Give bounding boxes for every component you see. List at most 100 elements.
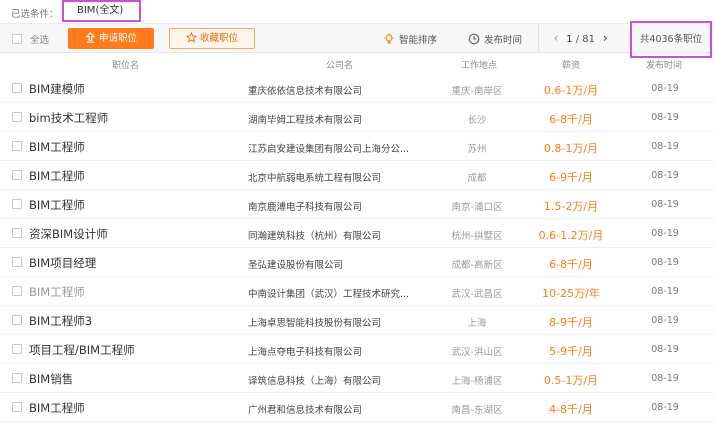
job-location: 长沙 xyxy=(467,115,487,126)
job-location: 上海-杨浦区 xyxy=(451,376,503,387)
header-location: 工作地点 xyxy=(461,61,498,71)
post-date: 08-19 xyxy=(651,257,679,268)
company-link[interactable]: 江苏启安建设集团有限公司上海分公... xyxy=(248,141,418,155)
post-date: 08-19 xyxy=(651,228,679,239)
time-sort-button[interactable]: 发布时间 xyxy=(468,32,522,46)
job-salary: 4-8千/月 xyxy=(549,403,593,416)
job-location: 苏州 xyxy=(467,144,487,155)
toolbar-divider xyxy=(538,24,539,52)
job-title-link[interactable]: BIM销售 xyxy=(29,371,73,387)
lightbulb-icon xyxy=(384,33,394,44)
favorite-button-label: 收藏职位 xyxy=(199,33,238,44)
company-link[interactable]: 广州君和信息技术有限公司 xyxy=(248,402,418,416)
job-title-link[interactable]: BIM工程师 xyxy=(29,139,85,155)
job-salary: 8-9千/月 xyxy=(549,316,593,329)
table-row[interactable]: BIM项目经理 圣弘建设股份有限公司 成都-高新区 6-8千/月 08-19 xyxy=(0,248,714,277)
table-header: 职位名 公司名 工作地点 薪资 发布时间 xyxy=(0,55,714,73)
select-all-label[interactable]: 全选 xyxy=(30,32,49,46)
job-location: 南京-浦口区 xyxy=(451,202,503,213)
apply-button-label: 申请职位 xyxy=(98,33,137,44)
row-checkbox[interactable] xyxy=(12,257,22,267)
company-link[interactable]: 北京中航弱电系统工程有限公司 xyxy=(248,170,418,184)
table-row[interactable]: BIM工程师 北京中航弱电系统工程有限公司 成都 6-9千/月 08-19 xyxy=(0,161,714,190)
job-title-link[interactable]: BIM建模师 xyxy=(29,81,85,97)
post-date: 08-19 xyxy=(651,373,679,384)
job-salary: 0.6-1万/月 xyxy=(543,84,599,97)
row-checkbox[interactable] xyxy=(12,199,22,209)
job-title-link[interactable]: bim技术工程师 xyxy=(29,110,108,126)
job-location: 重庆-南岸区 xyxy=(451,86,503,97)
table-row[interactable]: BIM工程师 南京鹿溥电子科技有限公司 南京-浦口区 1.5-2万/月 08-19 xyxy=(0,190,714,219)
row-checkbox[interactable] xyxy=(12,83,22,93)
post-date: 08-19 xyxy=(651,286,679,297)
pager: ‹ 1 / 81 › xyxy=(549,31,612,45)
post-date: 08-19 xyxy=(651,315,679,326)
company-link[interactable]: 上海点夺电子科技有限公司 xyxy=(248,344,418,358)
table-row[interactable]: bim技术工程师 湖南毕姆工程技术有限公司 长沙 6-8千/月 08-19 xyxy=(0,103,714,132)
row-checkbox[interactable] xyxy=(12,286,22,296)
job-salary: 10-25万/年 xyxy=(542,287,600,300)
company-link[interactable]: 中南设计集团（武汉）工程技术研究... xyxy=(248,286,418,300)
table-row[interactable]: BIM工程师3 上海卓思智能科技股份有限公司 上海 8-9千/月 08-19 xyxy=(0,306,714,335)
company-link[interactable]: 译筑信息科技（上海）有限公司 xyxy=(248,373,418,387)
post-date: 08-19 xyxy=(651,344,679,355)
next-page-button[interactable]: › xyxy=(598,31,612,45)
row-checkbox[interactable] xyxy=(12,315,22,325)
post-date: 08-19 xyxy=(651,141,679,152)
apply-button[interactable]: 申请职位 xyxy=(68,28,154,49)
total-count: 共4036条职位 xyxy=(630,21,712,58)
row-checkbox[interactable] xyxy=(12,112,22,122)
row-checkbox[interactable] xyxy=(12,141,22,151)
job-title-link[interactable]: BIM项目经理 xyxy=(29,255,96,271)
job-salary: 1.5-2万/月 xyxy=(543,200,599,213)
job-title-link[interactable]: BIM工程师 xyxy=(29,168,85,184)
table-row[interactable]: BIM工程师 广州君和信息技术有限公司 南昌-东湖区 4-8千/月 08-19 xyxy=(0,393,714,422)
row-checkbox[interactable] xyxy=(12,373,22,383)
job-location: 杭州-拱墅区 xyxy=(451,231,503,242)
table-row[interactable]: BIM工程师 中南设计集团（武汉）工程技术研究... 武汉-武昌区 10-25万/年 0… xyxy=(0,277,714,306)
company-link[interactable]: 湖南毕姆工程技术有限公司 xyxy=(248,112,418,126)
select-all-checkbox[interactable] xyxy=(12,34,22,44)
header-salary: 薪资 xyxy=(562,61,581,71)
table-row[interactable]: 资深BIM设计师 同瀚建筑科技（杭州）有限公司 杭州-拱墅区 0.6-1.2万/月 08… xyxy=(0,219,714,248)
clock-icon xyxy=(468,33,480,45)
job-title-link[interactable]: 项目工程/BIM工程师 xyxy=(29,342,135,358)
row-checkbox[interactable] xyxy=(12,228,22,238)
header-company: 公司名 xyxy=(326,61,354,71)
job-salary: 6-8千/月 xyxy=(549,258,593,271)
table-row[interactable]: BIM建模师 重庆依依信息技术有限公司 重庆-南岸区 0.6-1万/月 08-19 xyxy=(0,74,714,103)
apply-icon xyxy=(85,32,96,43)
company-link[interactable]: 上海卓思智能科技股份有限公司 xyxy=(248,315,418,329)
job-location: 南昌-东湖区 xyxy=(451,405,503,416)
favorite-button[interactable]: 收藏职位 xyxy=(169,28,255,49)
company-link[interactable]: 同瀚建筑科技（杭州）有限公司 xyxy=(248,228,418,242)
post-date: 08-19 xyxy=(651,170,679,181)
table-row[interactable]: BIM销售 译筑信息科技（上海）有限公司 上海-杨浦区 0.5-1万/月 08-19 xyxy=(0,364,714,393)
prev-page-button[interactable]: ‹ xyxy=(549,31,563,45)
post-date: 08-19 xyxy=(651,112,679,123)
job-salary: 6-9千/月 xyxy=(549,171,593,184)
filter-tag[interactable]: BIM(全文) xyxy=(62,0,141,22)
star-icon xyxy=(185,31,198,43)
row-checkbox[interactable] xyxy=(12,344,22,354)
company-link[interactable]: 圣弘建设股份有限公司 xyxy=(248,257,418,271)
smart-sort-button[interactable]: 智能排序 xyxy=(383,32,437,46)
table-row[interactable]: 项目工程/BIM工程师 上海点夺电子科技有限公司 武汉-洪山区 5-9千/月 08-19 xyxy=(0,335,714,364)
job-title-link[interactable]: 资深BIM设计师 xyxy=(29,226,108,242)
toolbar: 全选 申请职位 收藏职位 智能排序 发布时间 ‹ 1 / 81 › xyxy=(0,23,714,53)
job-title-link[interactable]: BIM工程师 xyxy=(29,284,85,300)
post-date: 08-19 xyxy=(651,83,679,94)
job-location: 成都 xyxy=(467,173,487,184)
row-checkbox[interactable] xyxy=(12,402,22,412)
company-link[interactable]: 重庆依依信息技术有限公司 xyxy=(248,83,418,97)
job-title-link[interactable]: BIM工程师3 xyxy=(29,313,92,329)
job-salary: 6-8千/月 xyxy=(549,113,593,126)
table-row[interactable]: BIM工程师 江苏启安建设集团有限公司上海分公... 苏州 0.8-1万/月 08-19 xyxy=(0,132,714,161)
job-title-link[interactable]: BIM工程师 xyxy=(29,400,85,416)
job-salary: 0.6-1.2万/月 xyxy=(538,229,604,242)
company-link[interactable]: 南京鹿溥电子科技有限公司 xyxy=(248,199,418,213)
post-date: 08-19 xyxy=(651,402,679,413)
job-title-link[interactable]: BIM工程师 xyxy=(29,197,85,213)
row-checkbox[interactable] xyxy=(12,170,22,180)
job-location: 武汉-洪山区 xyxy=(451,347,503,358)
